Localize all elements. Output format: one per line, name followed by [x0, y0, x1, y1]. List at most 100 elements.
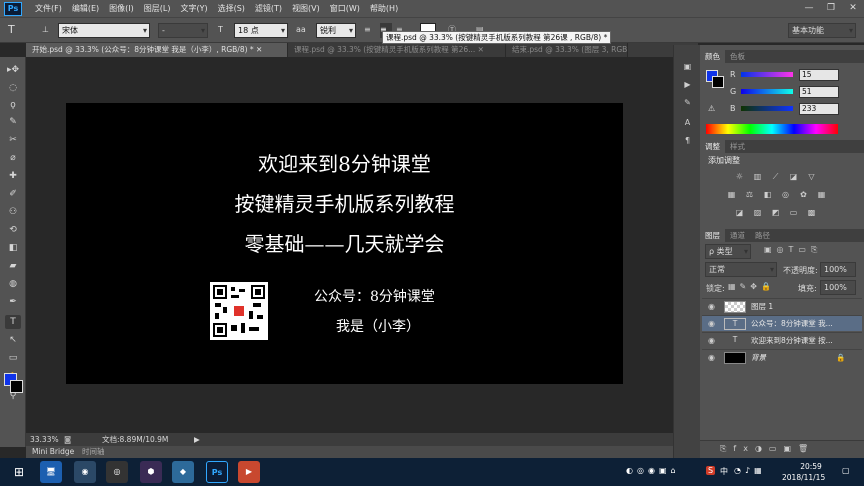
sogou-icon[interactable]: S: [706, 466, 716, 475]
move-tool-icon[interactable]: ▸✥: [5, 63, 21, 77]
dodge-tool-icon[interactable]: ✒: [5, 295, 21, 309]
status-arrow-icon[interactable]: ▶: [194, 433, 200, 446]
healing-brush-tool-icon[interactable]: ✚: [5, 169, 21, 183]
curves-icon[interactable]: ⟋: [770, 172, 781, 182]
tab-adjustments[interactable]: 调整: [700, 140, 725, 153]
zoom-level[interactable]: 33.33%: [30, 433, 59, 446]
type-tool-icon-sel[interactable]: T: [5, 315, 21, 329]
app-icon[interactable]: ◉: [74, 461, 96, 483]
layer-action-icons[interactable]: ⎘fx◑▭▣🗑: [720, 444, 815, 454]
windows-start-icon[interactable]: ⊞: [8, 461, 30, 483]
color-bg-swatch[interactable]: [712, 76, 724, 88]
lasso-tool-icon[interactable]: ϙ: [5, 98, 21, 112]
tab-course-psd[interactable]: 课程.psd @ 33.3% (按键精灵手机版系列教程 第26... ✕: [288, 43, 506, 57]
menu-file[interactable]: 文件(F): [30, 3, 67, 14]
hue-icon[interactable]: ▦: [726, 190, 737, 200]
background-color-swatch[interactable]: [10, 380, 23, 393]
fill-input[interactable]: 100%: [820, 280, 856, 295]
photoshop-taskbar-icon[interactable]: Ps: [206, 461, 228, 483]
layer-row[interactable]: ◉ 背景 🔒: [702, 349, 862, 365]
font-family-select[interactable]: 宋体: [58, 23, 150, 38]
paragraph-icon[interactable]: ¶: [681, 135, 694, 147]
opacity-input[interactable]: 100%: [820, 262, 856, 277]
tray-icons-2[interactable]: ◔♪▦: [734, 466, 766, 475]
threshold-icon[interactable]: ◩: [770, 208, 781, 218]
layer-filter-icons[interactable]: ▣◎T▭⎘: [764, 245, 822, 255]
invert-icon[interactable]: ◪: [734, 208, 745, 218]
tab-styles[interactable]: 样式: [725, 140, 750, 153]
blue-value[interactable]: 233: [799, 103, 839, 115]
type-tool-icon[interactable]: T: [8, 23, 24, 38]
brush-tool-icon[interactable]: ✐: [5, 187, 21, 201]
paint-bucket-tool-icon[interactable]: ▰: [5, 259, 21, 273]
clone-stamp-tool-icon[interactable]: ⚇: [5, 205, 21, 219]
menu-help[interactable]: 帮助(H): [365, 3, 403, 14]
shape-tool-icon[interactable]: ▭: [5, 351, 21, 365]
blue-slider[interactable]: [741, 106, 793, 111]
layer-row[interactable]: ◉ T 公众号：8分钟课堂 我...: [702, 315, 862, 331]
history-brush-tool-icon[interactable]: ⟲: [5, 223, 21, 237]
menu-type[interactable]: 文字(Y): [175, 3, 212, 14]
eye-icon[interactable]: ◉: [708, 316, 715, 332]
tab-swatches[interactable]: 色板: [725, 50, 750, 63]
ime-indicator[interactable]: 中: [720, 466, 728, 477]
red-slider[interactable]: [741, 72, 793, 77]
tray-icons[interactable]: ◐◎◉▣⌂: [626, 466, 680, 475]
mixer-icon[interactable]: ✿: [798, 190, 809, 200]
posterize-icon[interactable]: ▨: [752, 208, 763, 218]
tab-timeline[interactable]: 时间轴: [82, 446, 105, 458]
gradient-map-icon[interactable]: ▭: [788, 208, 799, 218]
photo-filter-icon[interactable]: ◎: [780, 190, 791, 200]
app-icon[interactable]: ◎: [106, 461, 128, 483]
character-icon[interactable]: A: [681, 117, 694, 129]
quick-select-tool-icon[interactable]: ✎: [5, 115, 21, 129]
clock-date[interactable]: 2018/11/15: [782, 473, 825, 482]
tab-paths[interactable]: 路径: [750, 229, 775, 242]
green-slider[interactable]: [741, 89, 793, 94]
exposure-icon[interactable]: ◪: [788, 172, 799, 182]
app-icon[interactable]: ⬢: [140, 461, 162, 483]
antialias-select[interactable]: 锐利: [316, 23, 356, 38]
close-button[interactable]: ✕: [842, 0, 864, 17]
layer-row[interactable]: ◉ 图层 1: [702, 298, 862, 314]
tab-color[interactable]: 颜色: [700, 50, 725, 63]
lookup-icon[interactable]: ▦: [816, 190, 827, 200]
tab-channels[interactable]: 通道: [725, 229, 750, 242]
crop-tool-icon[interactable]: ✂: [5, 133, 21, 147]
menu-filter[interactable]: 滤镜(T): [250, 3, 287, 14]
history-icon[interactable]: ▣: [681, 61, 694, 73]
menu-view[interactable]: 视图(V): [287, 3, 325, 14]
tab-mini-bridge[interactable]: Mini Bridge: [32, 446, 74, 458]
red-value[interactable]: 15: [799, 69, 839, 81]
font-style-select[interactable]: -: [158, 23, 208, 38]
restore-button[interactable]: ❐: [820, 0, 842, 17]
actions-icon[interactable]: ▶: [681, 79, 694, 91]
selective-color-icon[interactable]: ▩: [806, 208, 817, 218]
font-size-select[interactable]: 18 点: [234, 23, 288, 38]
eraser-tool-icon[interactable]: ◧: [5, 241, 21, 255]
tab-layers[interactable]: 图层: [700, 229, 725, 242]
eye-icon[interactable]: ◉: [708, 350, 715, 366]
eyedropper-tool-icon[interactable]: ⌀: [5, 151, 21, 165]
green-value[interactable]: 51: [799, 86, 839, 98]
menu-edit[interactable]: 编辑(E): [67, 3, 104, 14]
menu-layer[interactable]: 图层(L): [139, 3, 176, 14]
tab-end-psd[interactable]: 结束.psd @ 33.3% (图层 3, RGB/... ✕: [506, 43, 628, 57]
layer-row[interactable]: ◉ T 欢迎来到8分钟课堂 按...: [702, 332, 862, 348]
app-icon[interactable]: ▶: [238, 461, 260, 483]
lock-icons[interactable]: ▦✎✥🔒: [728, 282, 775, 291]
computer-icon[interactable]: 🖥: [40, 461, 62, 483]
eye-icon[interactable]: ◉: [708, 333, 715, 349]
eye-icon[interactable]: ◉: [708, 299, 715, 315]
menu-select[interactable]: 选择(S): [213, 3, 250, 14]
tab-start-psd[interactable]: 开始.psd @ 33.3% (公众号：8分钟课堂 我是（小李）, RGB/8)…: [26, 43, 288, 57]
clock-time[interactable]: 20:59: [788, 462, 834, 471]
workspace-select[interactable]: 基本功能: [788, 23, 856, 38]
color-spectrum[interactable]: [706, 124, 838, 134]
balance-icon[interactable]: ⚖: [744, 190, 755, 200]
orientation-icon[interactable]: ⊥: [42, 23, 54, 38]
brightness-icon[interactable]: ☼: [734, 172, 745, 182]
layer-kind-filter[interactable]: ρ 类型: [705, 244, 751, 259]
brush-preset-icon[interactable]: ✎: [681, 97, 694, 109]
path-select-tool-icon[interactable]: ↖: [5, 333, 21, 347]
